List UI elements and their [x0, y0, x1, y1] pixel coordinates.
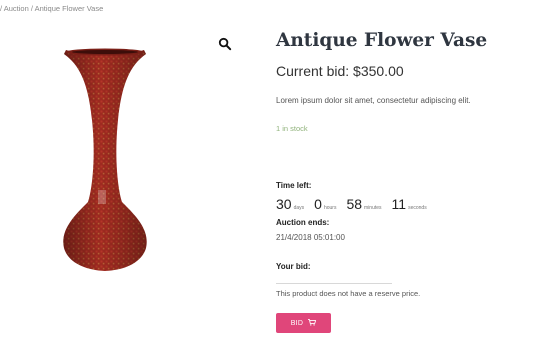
countdown-timer: 30 days 0 hours 58 minutes 11 seconds	[276, 196, 437, 212]
countdown-hours-unit: hours	[323, 205, 337, 211]
search-icon[interactable]	[218, 37, 232, 51]
countdown-seconds-value: 11	[391, 196, 407, 212]
bid-button[interactable]: BID	[276, 313, 331, 333]
breadcrumb[interactable]: / Auction / Antique Flower Vase	[0, 4, 103, 13]
countdown-days-unit: days	[293, 205, 305, 211]
reserve-price-note: This product does not have a reserve pri…	[276, 289, 421, 298]
bid-amount-input[interactable]	[276, 274, 392, 284]
bid-button-label: BID	[290, 319, 304, 327]
product-description: Lorem ipsum dolor sit amet, consectetur …	[276, 96, 471, 105]
product-title: Antique Flower Vase	[276, 30, 488, 51]
countdown-seconds-unit: seconds	[408, 205, 427, 211]
countdown-minutes-unit: minutes	[364, 205, 382, 211]
countdown-hours-value: 0	[314, 196, 322, 212]
product-image[interactable]	[40, 40, 170, 280]
auction-ends-value: 21/4/2018 05:01:00	[276, 233, 345, 242]
your-bid-label: Your bid:	[276, 262, 311, 271]
auction-ends-label: Auction ends:	[276, 218, 330, 227]
countdown-minutes-value: 58	[346, 196, 363, 212]
countdown-days-value: 30	[276, 196, 292, 212]
cart-icon	[308, 318, 317, 328]
time-left-label: Time left:	[276, 181, 312, 190]
stock-status: 1 in stock	[276, 124, 308, 133]
current-bid: Current bid: $350.00	[276, 63, 404, 79]
